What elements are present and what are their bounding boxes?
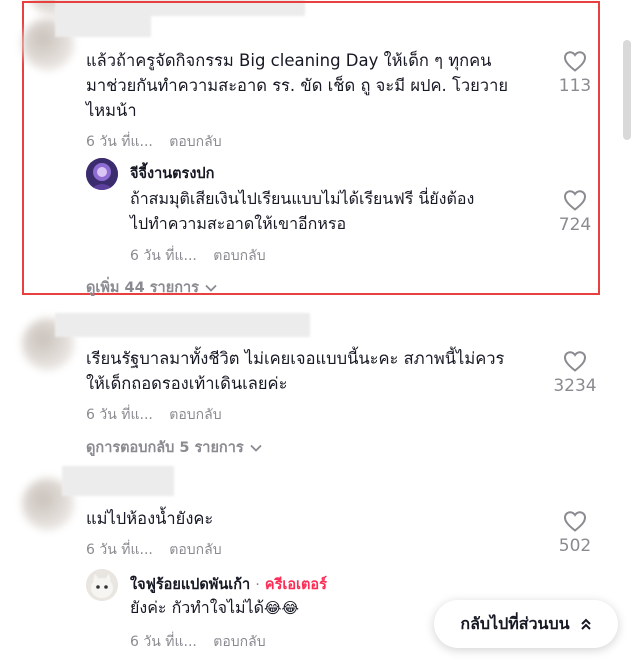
comment-meta: 6 วัน ที่แ... ตอบกลับ [86, 539, 222, 561]
view-replies-label: ดูการตอบกลับ 5 รายการ [86, 440, 244, 456]
reply-meta: 6 วัน ที่แ... ตอบกลับ [130, 245, 266, 267]
like-button[interactable]: 3234 [545, 350, 605, 396]
comment-text: แล้วถ้าครูจัดกิจกรรม Big cleaning Day ให… [86, 51, 508, 120]
comment-meta: 6 วัน ที่แ... ตอบกลับ [86, 131, 222, 153]
creator-badge: ครีเอเตอร์ [264, 577, 327, 593]
reply-avatar[interactable] [86, 158, 118, 190]
laughing-emoji: 😂😂 [264, 599, 300, 617]
reply-button[interactable]: ตอบกลับ [169, 407, 221, 423]
heart-icon [563, 351, 587, 372]
view-more-label: ดูเพิ่ม 44 รายการ [86, 280, 199, 296]
chevron-down-icon [205, 284, 217, 292]
comment-text: เรียนรัฐบาลมาทั้งชีวิต ไม่เคยเจอแบบนี้นะ… [86, 349, 505, 393]
reply-button[interactable]: ตอบกลับ [213, 248, 265, 264]
reply-time: 6 วัน ที่แ... [130, 634, 197, 650]
back-to-top-label: กลับไปที่ส่วนบน [460, 613, 570, 633]
comment-time: 6 วัน ที่แ... [86, 407, 153, 423]
reply-meta: 6 วัน ที่แ... ตอบกลับ [130, 631, 266, 653]
like-count: 724 [558, 215, 592, 235]
reply-time: 6 วัน ที่แ... [130, 248, 197, 264]
comment-text: แม่ไปห้องน้ำยังคะ [86, 509, 214, 528]
like-button[interactable]: 502 [545, 510, 605, 556]
reply-button[interactable]: ตอบกลับ [169, 542, 221, 558]
comment-time: 6 วัน ที่แ... [86, 542, 153, 558]
like-count: 502 [558, 536, 592, 556]
heart-icon [563, 51, 587, 72]
separator-dot: · [255, 577, 260, 593]
double-chevron-up-icon [580, 618, 591, 630]
reply-author[interactable]: จีจี้งานตรงปก [130, 162, 214, 185]
comment-meta: 6 วัน ที่แ... ตอบกลับ [86, 404, 222, 426]
like-button[interactable]: 113 [545, 50, 605, 96]
heart-icon [563, 190, 587, 211]
reply-text: ถ้าสมมุติเสียเงินไปเรียนแบบไม่ได้เรียนฟร… [130, 189, 475, 233]
back-to-top-button[interactable]: กลับไปที่ส่วนบน [434, 600, 618, 648]
view-more-replies[interactable]: ดูเพิ่ม 44 รายการ [86, 276, 217, 299]
author-name[interactable]: ใจฟูร้อยแปดพันเก้า [130, 577, 250, 593]
reply-button[interactable]: ตอบกลับ [213, 634, 265, 650]
reply-button[interactable]: ตอบกลับ [169, 134, 221, 150]
view-replies[interactable]: ดูการตอบกลับ 5 รายการ [86, 436, 262, 459]
chevron-down-icon [250, 444, 262, 452]
reply-author[interactable]: ใจฟูร้อยแปดพันเก้า · ครีเอเตอร์ [130, 573, 327, 596]
scrollbar-thumb[interactable] [623, 40, 631, 140]
username-blurred[interactable] [55, 7, 151, 37]
heart-icon [563, 511, 587, 532]
comment-time: 6 วัน ที่แ... [86, 134, 153, 150]
like-button[interactable]: 724 [545, 189, 605, 235]
reply-text: ยังค่ะ กัวทำใจไม่ได้😂😂 [130, 598, 300, 617]
like-count: 3234 [553, 376, 597, 396]
reply-avatar[interactable] [86, 569, 118, 601]
like-count: 113 [558, 76, 592, 96]
username-blurred[interactable] [55, 313, 310, 337]
username-blurred[interactable] [62, 466, 174, 496]
